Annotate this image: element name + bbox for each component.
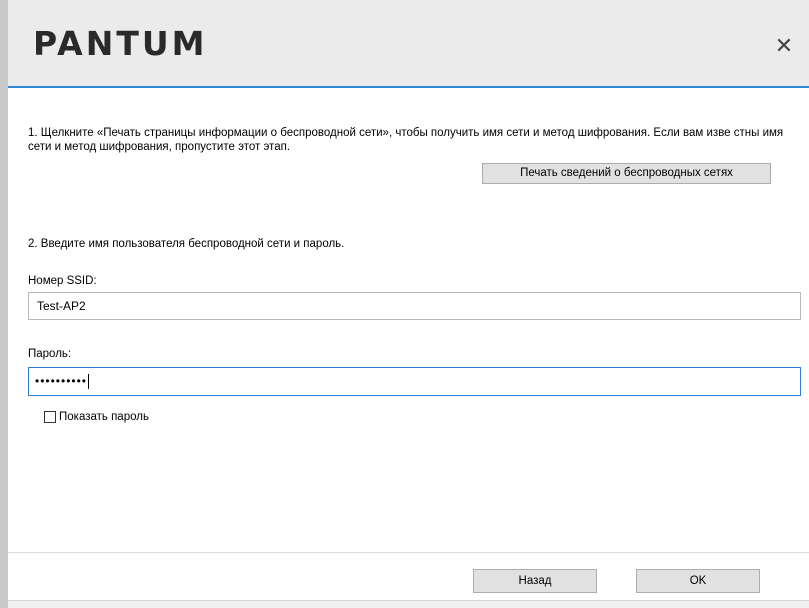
- ssid-value: Test-AP2: [37, 299, 86, 313]
- close-button[interactable]: ✕: [771, 33, 797, 59]
- ok-button[interactable]: OK: [636, 569, 760, 593]
- dialog-header: PANTUM ✕: [8, 0, 809, 86]
- show-password-label: Показать пароль: [59, 411, 149, 423]
- step1-instructions: 1. Щелкните «Печать страницы информации …: [28, 127, 784, 153]
- footer-divider: [8, 552, 809, 553]
- dialog-content: 1. Щелкните «Печать страницы информации …: [8, 88, 809, 600]
- step2-instructions: 2. Введите имя пользователя беспроводной…: [28, 238, 345, 250]
- ssid-label: Номер SSID:: [28, 275, 97, 287]
- window-left-edge: [0, 0, 8, 608]
- password-input[interactable]: ••••••••••: [28, 367, 801, 396]
- show-password-toggle[interactable]: Показать пароль: [44, 410, 149, 424]
- ssid-input[interactable]: Test-AP2: [28, 292, 801, 320]
- password-value: ••••••••••: [35, 374, 88, 388]
- password-label: Пароль:: [28, 348, 72, 360]
- text-caret: [88, 374, 90, 390]
- print-wireless-info-button[interactable]: Печать сведений о беспроводных сетях: [482, 163, 771, 184]
- show-password-checkbox[interactable]: [44, 411, 56, 423]
- pantum-logo: PANTUM: [33, 24, 208, 63]
- back-button[interactable]: Назад: [473, 569, 597, 593]
- dialog-footer-strip: [8, 601, 809, 608]
